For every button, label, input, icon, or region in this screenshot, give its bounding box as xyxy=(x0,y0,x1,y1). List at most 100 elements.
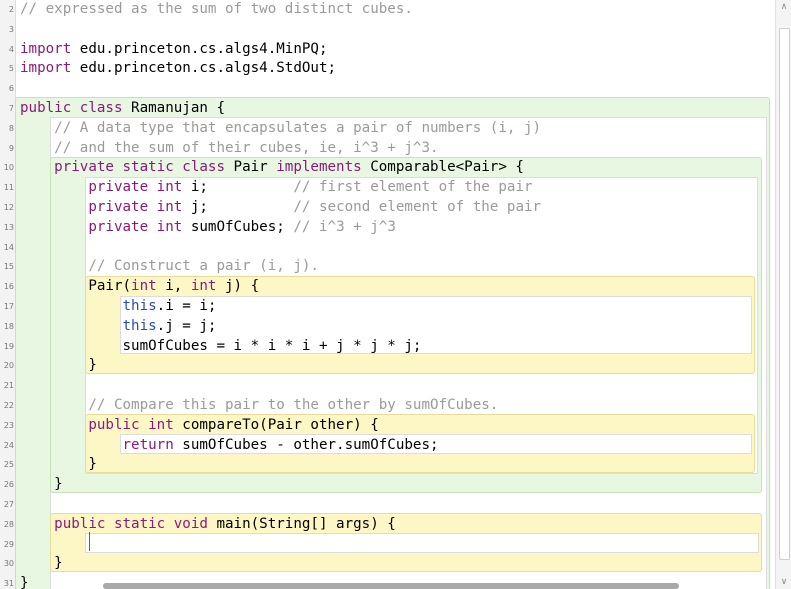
method-body-main xyxy=(85,533,759,553)
code-line[interactable]: // expressed as the sum of two distinct … xyxy=(20,0,413,20)
code-line[interactable]: import edu.princeton.cs.algs4.MinPQ; xyxy=(20,40,328,60)
code-line[interactable]: } xyxy=(20,574,29,589)
code-token: edu.princeton.cs.algs4.MinPQ; xyxy=(71,40,328,57)
code-line[interactable]: return sumOfCubes - other.sumOfCubes; xyxy=(20,436,439,456)
line-number: 28 xyxy=(3,519,14,529)
code-line[interactable]: } xyxy=(20,356,97,376)
code-token: } xyxy=(20,575,29,589)
keyword-token: private int xyxy=(88,218,183,235)
code-line[interactable]: this.i = i; xyxy=(20,297,217,317)
chevron-down-icon[interactable]: ∨ xyxy=(776,575,791,589)
line-number: 30 xyxy=(3,559,14,569)
line-number: 24 xyxy=(3,440,14,450)
vertical-scrollbar-thumb[interactable] xyxy=(779,28,790,560)
comment-token: // A data type that encapsulates a pair … xyxy=(54,119,542,136)
line-number: 8 xyxy=(8,123,14,133)
code-line[interactable]: private static class Pair implements Com… xyxy=(20,158,524,178)
code-token: compareTo(Pair other) { xyxy=(173,416,379,433)
line-number: 18 xyxy=(3,321,14,331)
code-editor[interactable]: 2 3 4 5 6 7 8 9 10 11 12 13 14 15 16 17 18 19 20 21 22 23 24 25… xyxy=(0,0,775,589)
code-line[interactable]: private int sumOfCubes; // i^3 + j^3 xyxy=(20,218,396,238)
code-token: Comparable<Pair> { xyxy=(361,159,524,176)
line-number: 16 xyxy=(3,282,14,292)
code-token: } xyxy=(20,357,97,374)
code-line[interactable]: } xyxy=(20,475,63,495)
code-token: .j = j; xyxy=(156,317,217,334)
line-number: 10 xyxy=(3,163,14,173)
code-line[interactable]: private int i; // first element of the p… xyxy=(20,178,532,198)
line-number: 6 xyxy=(8,84,14,94)
line-number: 13 xyxy=(3,222,14,232)
this-keyword-token: this xyxy=(122,298,157,314)
code-token: } xyxy=(20,476,63,493)
chevron-up-icon[interactable]: ∧ xyxy=(776,0,791,14)
line-number: 3 xyxy=(8,24,14,34)
code-line[interactable]: // A data type that encapsulates a pair … xyxy=(20,119,541,139)
code-token: i, xyxy=(156,278,191,295)
keyword-token: import xyxy=(20,60,72,77)
comment-token: // i^3 + j^3 xyxy=(293,218,396,235)
line-number: 7 xyxy=(8,104,14,113)
code-token: sumOfCubes; xyxy=(182,218,294,235)
keyword-token: public class xyxy=(20,100,123,116)
code-line[interactable]: public static void main(String[] args) { xyxy=(20,515,396,535)
keyword-token: private int xyxy=(88,199,183,215)
code-token: i; xyxy=(182,179,294,196)
code-line[interactable]: // Construct a pair (i, j). xyxy=(20,257,319,277)
code-line[interactable]: } xyxy=(20,554,63,574)
line-number: 19 xyxy=(3,341,14,351)
code-line[interactable]: } xyxy=(20,455,97,475)
line-number: 5 xyxy=(8,64,14,74)
code-token: sumOfCubes - other.sumOfCubes; xyxy=(173,436,439,453)
comment-token: // second element of the pair xyxy=(293,199,542,215)
line-number: 2 xyxy=(8,5,14,14)
code-line[interactable]: import edu.princeton.cs.algs4.StdOut; xyxy=(20,59,336,79)
code-line[interactable]: sumOfCubes = i * i * i + j * j * j; xyxy=(20,337,421,357)
code-line[interactable]: // Compare this pair to the other by sum… xyxy=(20,396,498,416)
comment-token: // Construct a pair (i, j). xyxy=(88,258,319,275)
code-line[interactable]: Pair(int i, int j) { xyxy=(20,277,259,297)
line-number: 9 xyxy=(8,143,14,153)
code-token: sumOfCubes = i * i * i + j * j * j; xyxy=(20,337,422,354)
code-token: Pair xyxy=(225,159,277,176)
code-token: Pair( xyxy=(20,278,132,295)
code-line[interactable]: // and the sum of their cubes, ie, i^3 +… xyxy=(20,139,438,159)
vertical-scrollbar[interactable]: ∧ ∨ xyxy=(775,0,791,589)
line-number: 31 xyxy=(3,579,14,589)
line-number: 11 xyxy=(3,183,14,193)
keyword-token: private int xyxy=(88,179,183,196)
code-token: edu.princeton.cs.algs4.StdOut; xyxy=(71,60,337,77)
line-number: 25 xyxy=(3,460,14,470)
horizontal-scrollbar-thumb[interactable] xyxy=(103,583,679,589)
line-number: 21 xyxy=(3,381,14,391)
code-token: Ramanujan { xyxy=(122,100,225,116)
line-number: 15 xyxy=(3,262,14,272)
line-number: 20 xyxy=(3,361,14,371)
line-number: 29 xyxy=(3,539,14,549)
code-line[interactable]: private int j; // second element of the … xyxy=(20,198,541,218)
comment-token: // Compare this pair to the other by sum… xyxy=(88,397,499,413)
code-line[interactable]: public class Ramanujan { xyxy=(20,99,225,119)
code-line[interactable]: public int compareTo(Pair other) { xyxy=(20,416,379,436)
keyword-token: int xyxy=(131,278,157,295)
line-number: 27 xyxy=(3,500,14,509)
line-number: 22 xyxy=(3,401,14,410)
this-keyword-token: this xyxy=(122,317,157,334)
code-token: main(String[] args) { xyxy=(207,515,396,532)
keyword-token: public static void xyxy=(54,515,208,532)
keyword-token: int xyxy=(190,278,217,295)
code-line[interactable]: this.j = j; xyxy=(20,317,217,337)
